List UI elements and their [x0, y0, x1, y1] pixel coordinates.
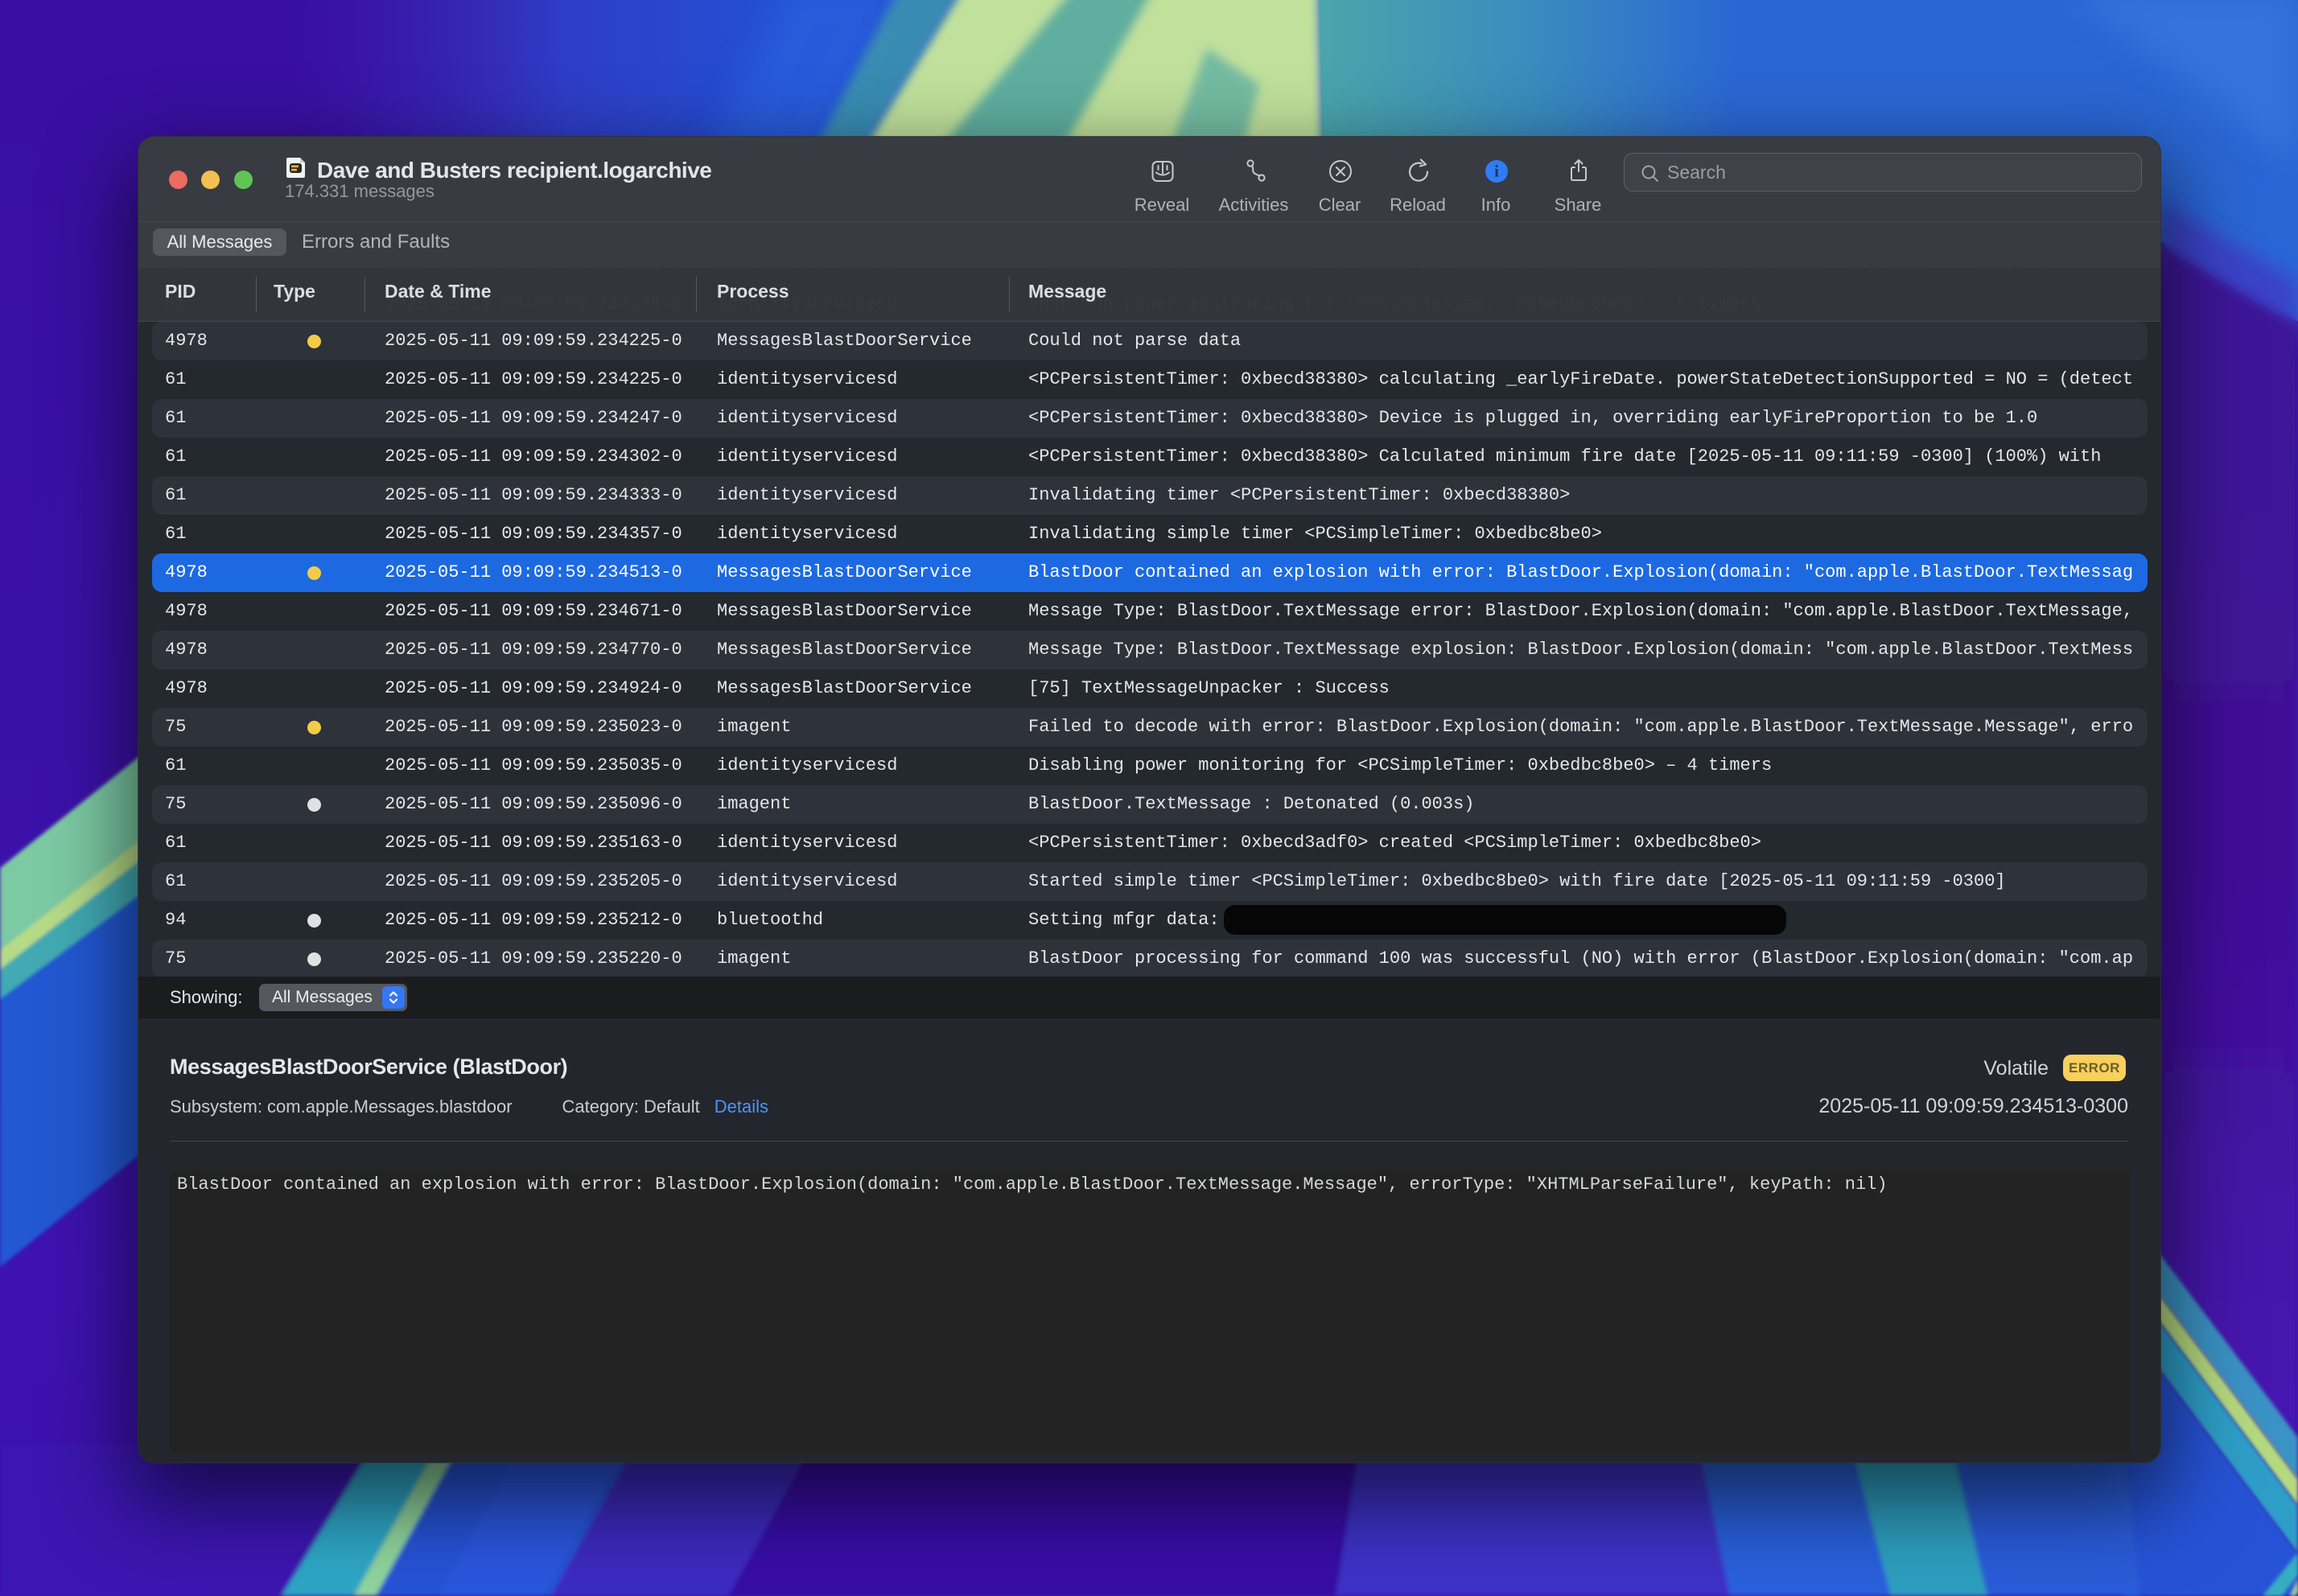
svg-text:i: i — [1494, 162, 1499, 181]
